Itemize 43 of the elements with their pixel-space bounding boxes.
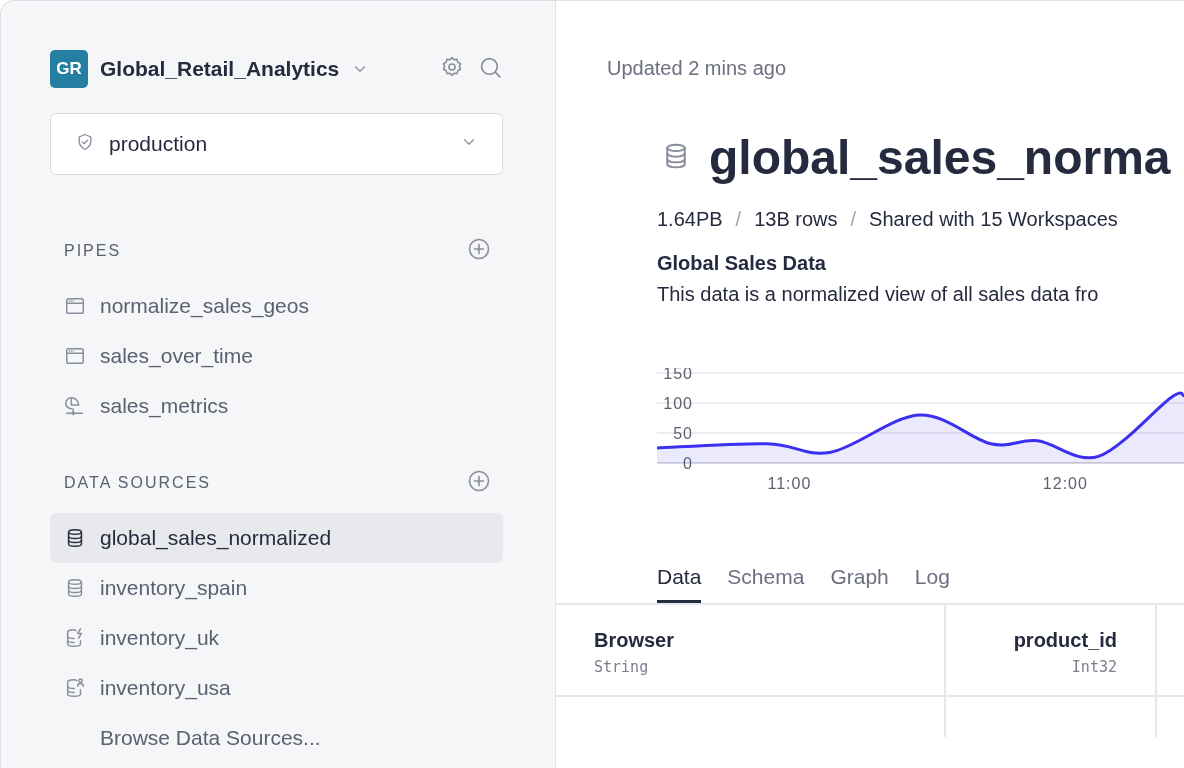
sidebar-item[interactable]: global_sales_normalized <box>50 513 503 563</box>
column-name: Browser <box>594 629 676 652</box>
sidebar-item[interactable]: sales_metrics <box>50 381 503 431</box>
axis-label: 150 <box>663 368 693 382</box>
description-text: This data is a normalized view of all sales data fro <box>657 283 1100 306</box>
axis-label: 11:00 <box>767 475 812 492</box>
stat-label: 13B rows <box>754 208 838 231</box>
column-type: Int32 <box>1071 658 1117 676</box>
sidebar-item[interactable]: sales_over_time <box>50 331 503 381</box>
tab[interactable]: Graph <box>830 565 889 603</box>
sidebar-item[interactable]: inventory_spain <box>50 563 503 613</box>
stat-label: 1.64PB <box>657 208 723 231</box>
window-icon <box>64 295 86 317</box>
add-icon <box>467 237 491 261</box>
updated-label: Updated 2 mins ago <box>607 57 787 80</box>
column-name: product_id <box>1013 629 1117 652</box>
page-title: global_sales_norma <box>709 134 1171 182</box>
separator: / <box>850 208 857 231</box>
stat-label: Shared with 15 Workspaces <box>869 208 1118 231</box>
axis-label: 50 <box>673 425 693 442</box>
window-icon <box>64 345 86 367</box>
tab[interactable]: Log <box>914 565 950 603</box>
pie-chart-stand-icon <box>64 395 86 417</box>
section-title: PIPES <box>64 242 122 260</box>
section-title: DATA SOURCES <box>64 474 211 492</box>
workspace-switcher[interactable]: Global_Retail_Analytics <box>100 57 370 81</box>
database-user-icon <box>64 677 86 699</box>
separator: / <box>735 208 742 231</box>
description-title: Global Sales Data <box>657 252 827 275</box>
add-icon <box>467 469 491 493</box>
axis-label: 100 <box>663 395 693 412</box>
axis-label: 12:00 <box>1042 475 1088 492</box>
column-type: String <box>594 658 650 676</box>
tab[interactable]: Data <box>657 565 702 603</box>
workspace-avatar: GR <box>50 50 88 88</box>
environment-select[interactable]: production <box>50 113 503 175</box>
tab[interactable]: Schema <box>727 565 805 603</box>
sidebar-item[interactable]: inventory_uk <box>50 613 503 663</box>
axis-label: 0 <box>683 455 693 472</box>
sidebar-item[interactable]: normalize_sales_geos <box>50 281 503 331</box>
sidebar-item[interactable]: inventory_usa <box>50 663 503 713</box>
browse-link[interactable]: Browse Data Sources... <box>50 713 503 763</box>
settings-icon <box>440 55 464 79</box>
